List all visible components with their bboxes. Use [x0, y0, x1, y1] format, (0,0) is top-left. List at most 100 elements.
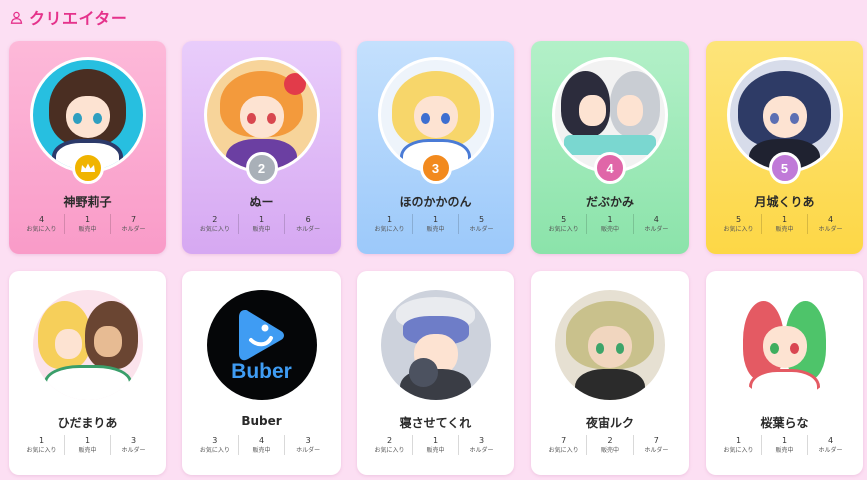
- stat-label: 販売中: [600, 447, 619, 454]
- creator-name: ひだまりあ: [57, 416, 118, 430]
- stat-value: 3: [212, 436, 218, 445]
- stat-item: 3 ホルダー: [110, 435, 156, 455]
- stat-label: ホルダー: [296, 447, 321, 454]
- buber-logo: Buber: [206, 290, 317, 400]
- creator-stats: 5 お気に入り 1 販売中 4 ホルダー: [716, 214, 853, 234]
- stat-value: 1: [607, 215, 613, 224]
- creator-card-10[interactable]: 桜葉らな 1 お気に入り 1 販売中 4 ホルダー: [706, 271, 863, 475]
- stat-value: 4: [653, 215, 659, 224]
- creator-card-5[interactable]: 5 月城くりあ 5 お気に入り 1 販売中 4 ホルダー: [706, 41, 863, 254]
- stat-item: 1 販売中: [64, 214, 110, 234]
- stat-value: 6: [305, 215, 311, 224]
- stat-label: 販売中: [426, 226, 445, 233]
- stat-value: 7: [130, 215, 137, 224]
- stat-value: 1: [38, 436, 45, 445]
- stat-value: 5: [561, 215, 567, 224]
- stat-value: 4: [827, 436, 834, 445]
- stat-value: 4: [258, 436, 265, 445]
- creator-name: 桜葉らな: [760, 416, 809, 430]
- stat-label: 販売中: [775, 447, 794, 454]
- stat-item: 5 ホルダー: [458, 214, 504, 234]
- stat-item: 4 ホルダー: [807, 435, 853, 455]
- creator-card-3[interactable]: 3 ほのかかのん 1 お気に入り 1 販売中 5 ホルダー: [357, 41, 514, 254]
- creator-stats: 4 お気に入り 1 販売中 7 ホルダー: [19, 214, 156, 234]
- creator-stats: 2 お気に入り 1 販売中 6 ホルダー: [192, 214, 331, 234]
- buber-logo-text: Buber: [231, 360, 292, 383]
- creator-name: だぶかみ: [585, 195, 634, 209]
- creator-name: 月城くりあ: [754, 195, 815, 209]
- stat-label: 販売中: [252, 447, 271, 454]
- stat-item: 1 販売中: [64, 435, 110, 455]
- stat-value: 1: [84, 436, 91, 445]
- creator-name: ぬー: [249, 195, 274, 209]
- stat-item: 1 販売中: [412, 214, 458, 234]
- rank-badge: 5: [768, 152, 801, 184]
- stat-item: 4 ホルダー: [632, 214, 679, 234]
- stat-label: お気に入り: [26, 226, 57, 233]
- stat-value: 1: [386, 215, 393, 224]
- stat-label: ホルダー: [818, 447, 843, 454]
- stat-label: ホルダー: [469, 226, 494, 233]
- stat-item: 2 お気に入り: [192, 214, 238, 234]
- stat-value: 1: [735, 436, 742, 445]
- rank-badge: 2: [245, 152, 278, 184]
- stat-item: 1 販売中: [412, 435, 458, 455]
- stat-item: 1 お気に入り: [19, 435, 64, 455]
- creator-name: Buber: [241, 414, 282, 428]
- avatar: Buber: [203, 287, 320, 403]
- stat-value: 4: [38, 215, 45, 224]
- section-header: クリエイター: [10, 6, 127, 28]
- stat-value: 3: [305, 436, 311, 445]
- stat-item: 5 お気に入り: [541, 214, 586, 234]
- creator-card-8[interactable]: 寝させてくれ 2 お気に入り 1 販売中 3 ホルダー: [357, 271, 514, 475]
- creator-card-9[interactable]: 夜宙ルク 7 お気に入り 2 販売中 7 ホルダー: [531, 271, 689, 475]
- stat-item: 7 ホルダー: [632, 435, 679, 455]
- section-title: クリエイター: [29, 9, 128, 28]
- stat-item: 5 お気に入り: [716, 214, 761, 234]
- stat-label: 販売中: [78, 447, 97, 454]
- creator-stats: 2 お気に入り 1 販売中 3 ホルダー: [367, 435, 504, 455]
- stat-item: 1 販売中: [761, 214, 807, 234]
- stat-value: 5: [735, 215, 742, 224]
- creator-name: ほのかかのん: [399, 195, 472, 209]
- creator-card-1[interactable]: 神野莉子 4 お気に入り 1 販売中 7 ホルダー: [9, 41, 166, 254]
- stat-label: 販売中: [78, 226, 97, 233]
- stat-value: 7: [653, 436, 659, 445]
- stat-value: 1: [781, 215, 788, 224]
- creator-stats: 5 お気に入り 1 販売中 4 ホルダー: [541, 214, 679, 234]
- creator-card-4[interactable]: 4 だぶかみ 5 お気に入り 1 販売中 4 ホルダー: [531, 41, 689, 254]
- stat-item: 2 販売中: [586, 435, 632, 455]
- stat-item: 1 販売中: [761, 435, 807, 455]
- stat-value: 1: [84, 215, 91, 224]
- stat-value: 2: [212, 215, 218, 224]
- avatar: [377, 287, 494, 403]
- rank-badge: 4: [594, 152, 626, 184]
- stat-label: お気に入り: [548, 226, 579, 233]
- stat-label: ホルダー: [644, 226, 669, 233]
- stat-label: ホルダー: [121, 226, 146, 233]
- creator-card-7[interactable]: Buber Buber 3 お気に入り 4 販売中 3 ホルダー: [182, 271, 341, 475]
- stat-label: お気に入り: [374, 447, 405, 454]
- stat-label: ホルダー: [296, 226, 321, 233]
- creator-card-6[interactable]: ひだまりあ 1 お気に入り 1 販売中 3 ホルダー: [9, 271, 166, 475]
- stat-value: 1: [781, 436, 788, 445]
- stat-item: 1 お気に入り: [367, 214, 412, 234]
- rank-badge: 3: [419, 152, 452, 184]
- creator-stats: 1 お気に入り 1 販売中 5 ホルダー: [367, 214, 504, 234]
- stat-label: ホルダー: [818, 226, 843, 233]
- stat-label: お気に入り: [26, 447, 57, 454]
- stat-label: ホルダー: [469, 447, 494, 454]
- stat-label: 販売中: [426, 447, 445, 454]
- stat-item: 4 ホルダー: [807, 214, 853, 234]
- stat-label: 販売中: [252, 226, 271, 233]
- creator-card-2[interactable]: 2 ぬー 2 お気に入り 1 販売中 6 ホルダー: [182, 41, 341, 254]
- stat-item: 7 お気に入り: [541, 435, 586, 455]
- stat-label: お気に入り: [374, 226, 405, 233]
- stat-value: 1: [432, 436, 439, 445]
- stat-label: 販売中: [600, 226, 619, 233]
- stat-item: 7 ホルダー: [110, 214, 156, 234]
- creator-stats: 1 お気に入り 1 販売中 3 ホルダー: [19, 435, 156, 455]
- stat-item: 3 ホルダー: [458, 435, 504, 455]
- stat-item: 3 ホルダー: [284, 435, 331, 455]
- stat-label: ホルダー: [644, 447, 669, 454]
